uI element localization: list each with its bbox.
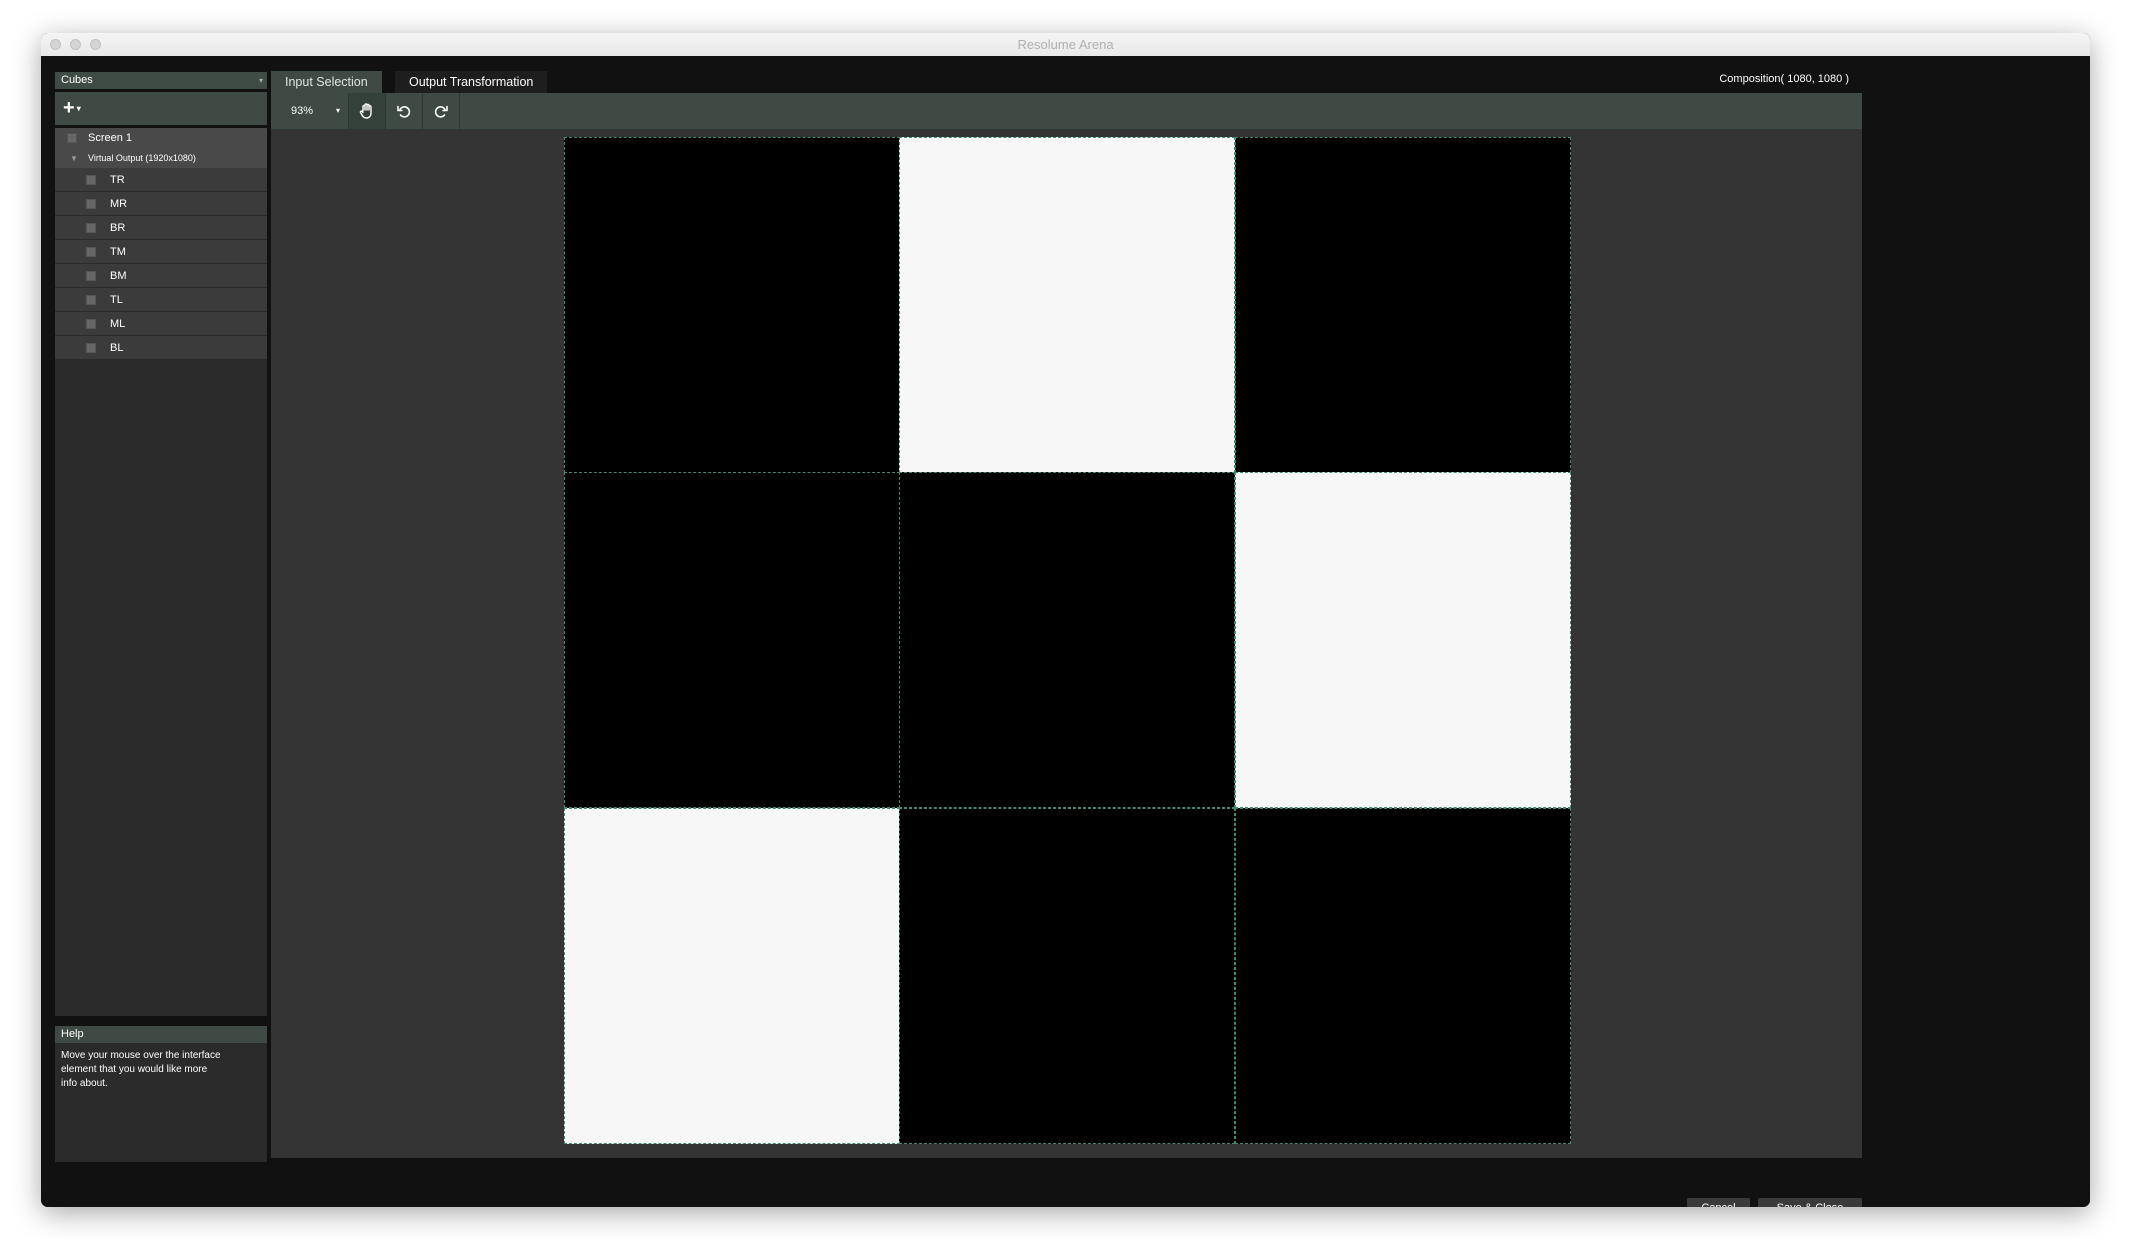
slice-checkbox[interactable] bbox=[86, 343, 96, 353]
redo-button[interactable] bbox=[423, 93, 460, 129]
slice-cell-r1-c1[interactable] bbox=[564, 137, 900, 473]
slice-checkbox[interactable] bbox=[86, 271, 96, 281]
window-title: Resolume Arena bbox=[1017, 37, 1114, 52]
save-and-close-button[interactable]: Save & Close bbox=[1758, 1198, 1862, 1207]
slice-checkbox[interactable] bbox=[86, 295, 96, 305]
tree-item-mr[interactable]: MR bbox=[55, 192, 267, 216]
slice-label: TR bbox=[110, 174, 125, 186]
tree-item-bm[interactable]: BM bbox=[55, 264, 267, 288]
pan-tool-button[interactable] bbox=[349, 93, 386, 129]
composition-frame bbox=[564, 137, 1571, 1144]
editor-toolbar: 93% ▾ bbox=[271, 93, 1862, 129]
help-title: Help bbox=[55, 1026, 267, 1043]
tree-item-virtual-output[interactable]: ▼ Virtual Output (1920x1080) bbox=[55, 148, 267, 168]
tree-item-tm[interactable]: TM bbox=[55, 240, 267, 264]
main-content: Cubes ▾ + ▾ Screen 1 ▼ Virtual Output (19… bbox=[41, 56, 2090, 1207]
slice-checkbox[interactable] bbox=[86, 247, 96, 257]
screen-tree: Screen 1 ▼ Virtual Output (1920x1080) TR… bbox=[55, 128, 267, 1016]
slice-cell-r2-c3[interactable] bbox=[1234, 472, 1571, 809]
tree-item-tr[interactable]: TR bbox=[55, 168, 267, 192]
undo-icon bbox=[397, 105, 411, 118]
title-bar: Resolume Arena bbox=[41, 33, 2090, 57]
slice-checkbox[interactable] bbox=[86, 223, 96, 233]
slice-label: TM bbox=[110, 246, 126, 258]
composition-size-label: Composition( 1080, 1080 ) bbox=[1719, 73, 1849, 85]
tree-item-br[interactable]: BR bbox=[55, 216, 267, 240]
slice-cell-r2-c1[interactable] bbox=[564, 472, 900, 809]
screen-checkbox[interactable] bbox=[67, 133, 77, 143]
slice-label: MR bbox=[110, 198, 128, 210]
tab-output-transformation[interactable]: Output Transformation bbox=[395, 71, 548, 93]
chevron-down-icon: ▾ bbox=[76, 103, 81, 113]
slice-cell-r3-c2[interactable] bbox=[899, 807, 1236, 1144]
chevron-down-icon: ▾ bbox=[335, 106, 340, 115]
chevron-down-icon: ▾ bbox=[258, 76, 263, 85]
tab-input-selection[interactable]: Input Selection bbox=[271, 71, 382, 93]
preset-dropdown[interactable]: Cubes ▾ bbox=[55, 72, 267, 89]
screen-label: Screen 1 bbox=[88, 132, 133, 144]
disclosure-triangle-icon[interactable]: ▼ bbox=[70, 154, 78, 163]
tree-item-screen[interactable]: Screen 1 bbox=[55, 128, 267, 148]
undo-button[interactable] bbox=[386, 93, 423, 129]
tree-item-bl[interactable]: BL bbox=[55, 336, 267, 360]
slice-checkbox[interactable] bbox=[86, 175, 96, 185]
virtual-output-label: Virtual Output (1920x1080) bbox=[88, 153, 196, 163]
slice-cell-r1-c2[interactable] bbox=[899, 137, 1236, 473]
add-slice-button[interactable]: + ▾ bbox=[63, 97, 97, 119]
preset-dropdown-value: Cubes bbox=[61, 74, 93, 86]
app-window: Resolume Arena Cubes ▾ + ▾ Screen 1 ▼ Vir… bbox=[41, 33, 2090, 1207]
tree-item-ml[interactable]: ML bbox=[55, 312, 267, 336]
slice-checkbox[interactable] bbox=[86, 199, 96, 209]
zoom-dropdown[interactable]: 93% ▾ bbox=[271, 93, 349, 129]
slice-label: TL bbox=[110, 294, 123, 306]
redo-icon bbox=[434, 105, 448, 118]
slice-label: BL bbox=[110, 342, 124, 354]
left-toolbar: + ▾ bbox=[55, 92, 267, 125]
slice-checkbox[interactable] bbox=[86, 319, 96, 329]
slice-cell-r2-c2[interactable] bbox=[899, 472, 1236, 809]
slice-cell-r3-c3[interactable] bbox=[1234, 807, 1571, 1144]
cancel-button[interactable]: Cancel bbox=[1687, 1198, 1750, 1207]
slice-cell-r1-c3[interactable] bbox=[1234, 137, 1571, 473]
help-text: Move your mouse over the interface eleme… bbox=[61, 1050, 221, 1089]
tree-item-tl[interactable]: TL bbox=[55, 288, 267, 312]
slice-cell-r3-c1[interactable] bbox=[564, 807, 900, 1144]
hand-icon bbox=[359, 103, 372, 119]
help-panel: Help Move your mouse over the interface … bbox=[55, 1026, 267, 1162]
editor-canvas[interactable] bbox=[271, 129, 1862, 1158]
plus-icon: + bbox=[63, 97, 75, 119]
zoom-value: 93% bbox=[291, 105, 314, 117]
slice-label: BR bbox=[110, 222, 126, 234]
slice-label: BM bbox=[110, 270, 127, 282]
slice-label: ML bbox=[110, 318, 126, 330]
